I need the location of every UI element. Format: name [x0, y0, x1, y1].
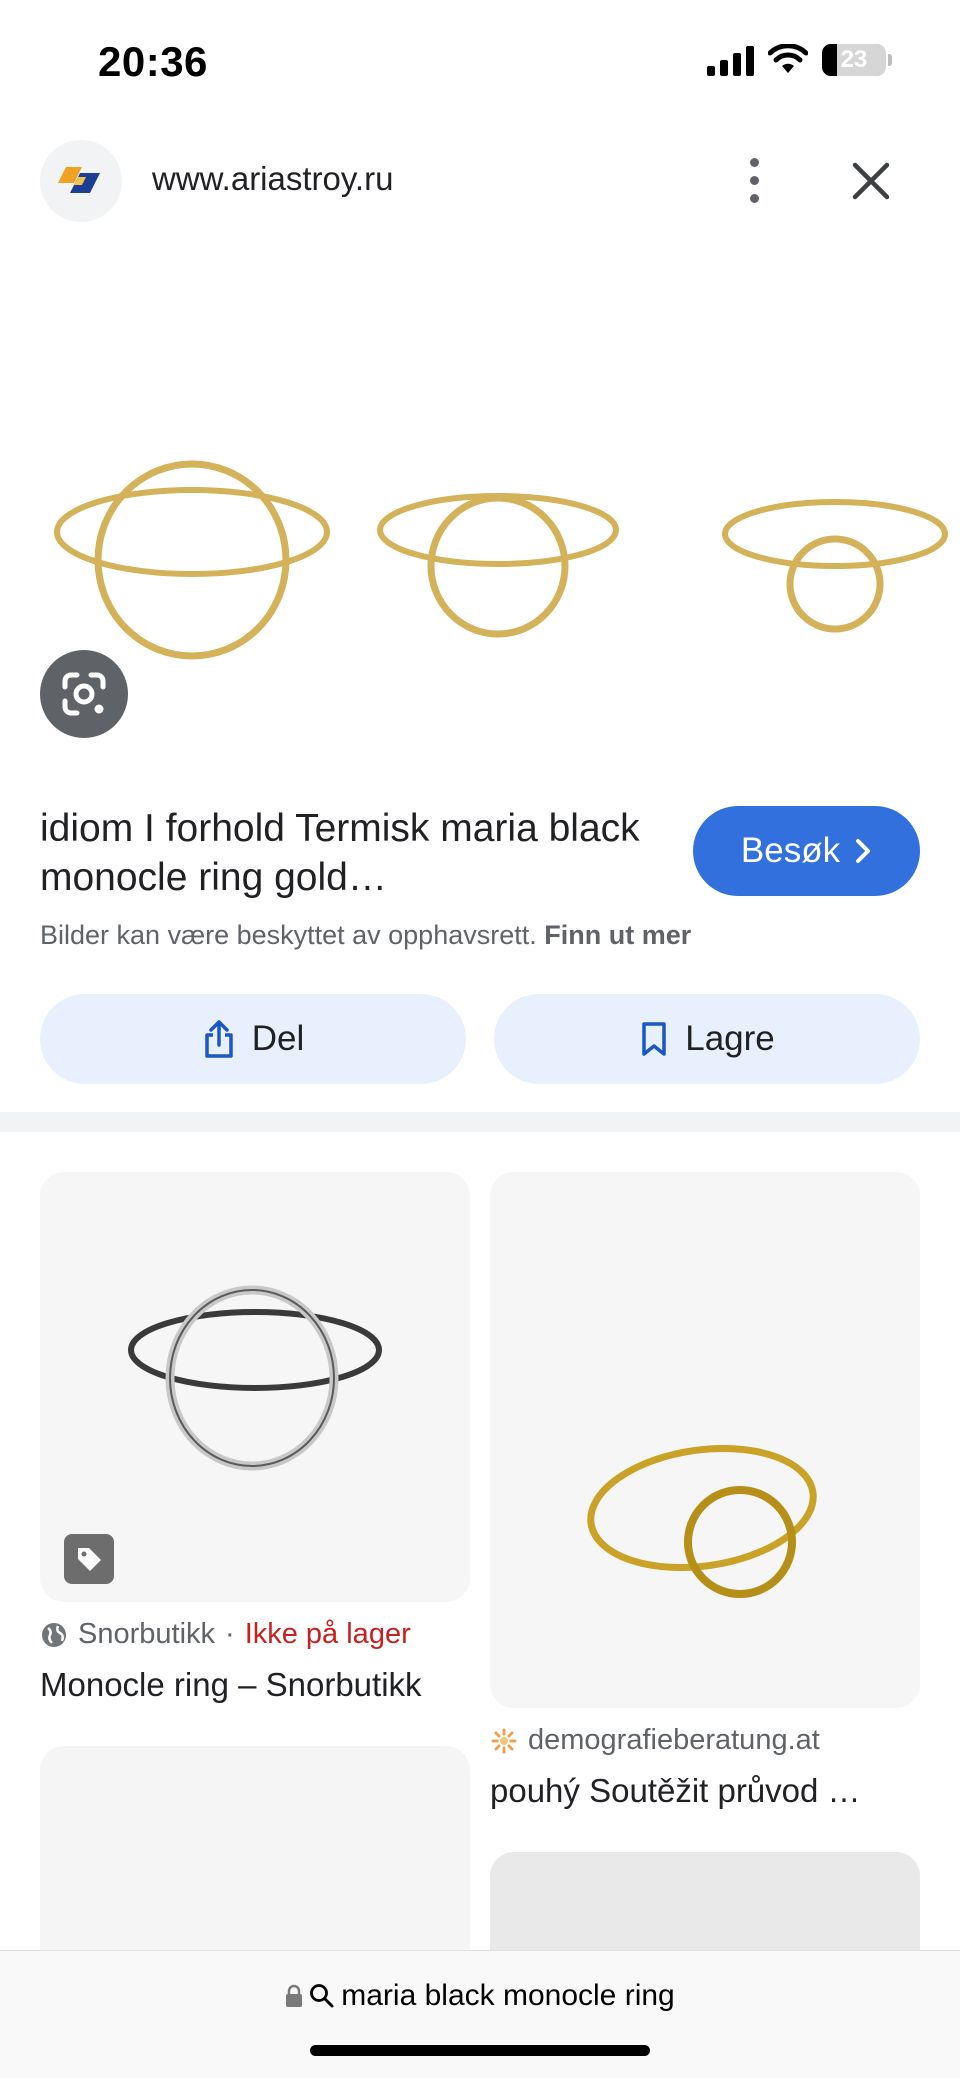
learn-more-link[interactable]: Finn ut mer	[544, 920, 691, 950]
home-indicator[interactable]	[310, 2045, 650, 2056]
gold-ring-image	[587, 1444, 817, 1598]
source-name: Snorbutikk	[78, 1618, 216, 1650]
related-image-demografieberatung[interactable]	[490, 1172, 920, 1708]
bottom-address-bar[interactable]: maria black monocle ring	[0, 1950, 960, 2078]
source-demografieberatung[interactable]: demografieberatung.at	[490, 1724, 820, 1757]
related-title-2[interactable]: pouhý Soutěžit průvod …	[490, 1772, 890, 1810]
battery-tip	[888, 54, 892, 66]
source-separator: ·	[225, 1618, 235, 1650]
close-icon[interactable]	[846, 156, 896, 206]
share-icon	[204, 1020, 233, 1058]
share-label: Del	[251, 1019, 305, 1058]
more-vert-icon[interactable]	[734, 150, 774, 210]
bottom-query[interactable]: maria black monocle ring	[0, 1979, 960, 2013]
status-icons: 23	[707, 44, 892, 76]
query-text: maria black monocle ring	[341, 1979, 675, 2012]
section-divider	[0, 1112, 960, 1132]
chevron-right-icon	[856, 839, 871, 863]
cellular-signal-icon	[707, 44, 754, 76]
visit-label: Besøk	[740, 831, 841, 870]
wifi-icon	[768, 44, 808, 73]
related-image-snorbutikk[interactable]	[40, 1172, 470, 1602]
sun-logo-icon	[491, 1728, 517, 1753]
save-label: Lagre	[685, 1019, 775, 1058]
status-bar: 20:36 23	[0, 0, 960, 120]
share-button[interactable]: Del	[40, 994, 466, 1084]
result-title[interactable]: idiom I forhold Termisk maria black mono…	[40, 804, 640, 902]
source-name: demografieberatung.at	[528, 1724, 820, 1756]
url-header: www.ariastroy.ru	[0, 132, 960, 228]
visit-button[interactable]: Besøk	[693, 806, 920, 896]
stock-status: Ikke på lager	[244, 1618, 411, 1650]
bookmark-icon	[642, 1022, 666, 1056]
source-snorbutikk[interactable]: Snorbutikk · Ikke på lager	[40, 1618, 411, 1651]
search-icon	[310, 1984, 334, 2008]
google-lens-button[interactable]	[40, 650, 128, 738]
battery-icon: 23	[822, 44, 886, 76]
status-time: 20:36	[98, 38, 208, 85]
ariastroy-logo-icon[interactable]	[40, 140, 122, 222]
battery-percent: 23	[840, 46, 868, 73]
save-button[interactable]: Lagre	[494, 994, 920, 1084]
site-url[interactable]: www.ariastroy.ru	[152, 160, 393, 198]
copyright-notice: Bilder kan være beskyttet av opphavsrett…	[40, 920, 692, 950]
lens-icon	[62, 672, 106, 716]
main-image[interactable]	[0, 420, 960, 710]
related-title-1[interactable]: Monocle ring – Snorbutikk	[40, 1666, 470, 1704]
price-tag-icon	[64, 1534, 114, 1584]
globe-icon	[42, 1622, 66, 1647]
lock-icon	[286, 1984, 303, 2007]
